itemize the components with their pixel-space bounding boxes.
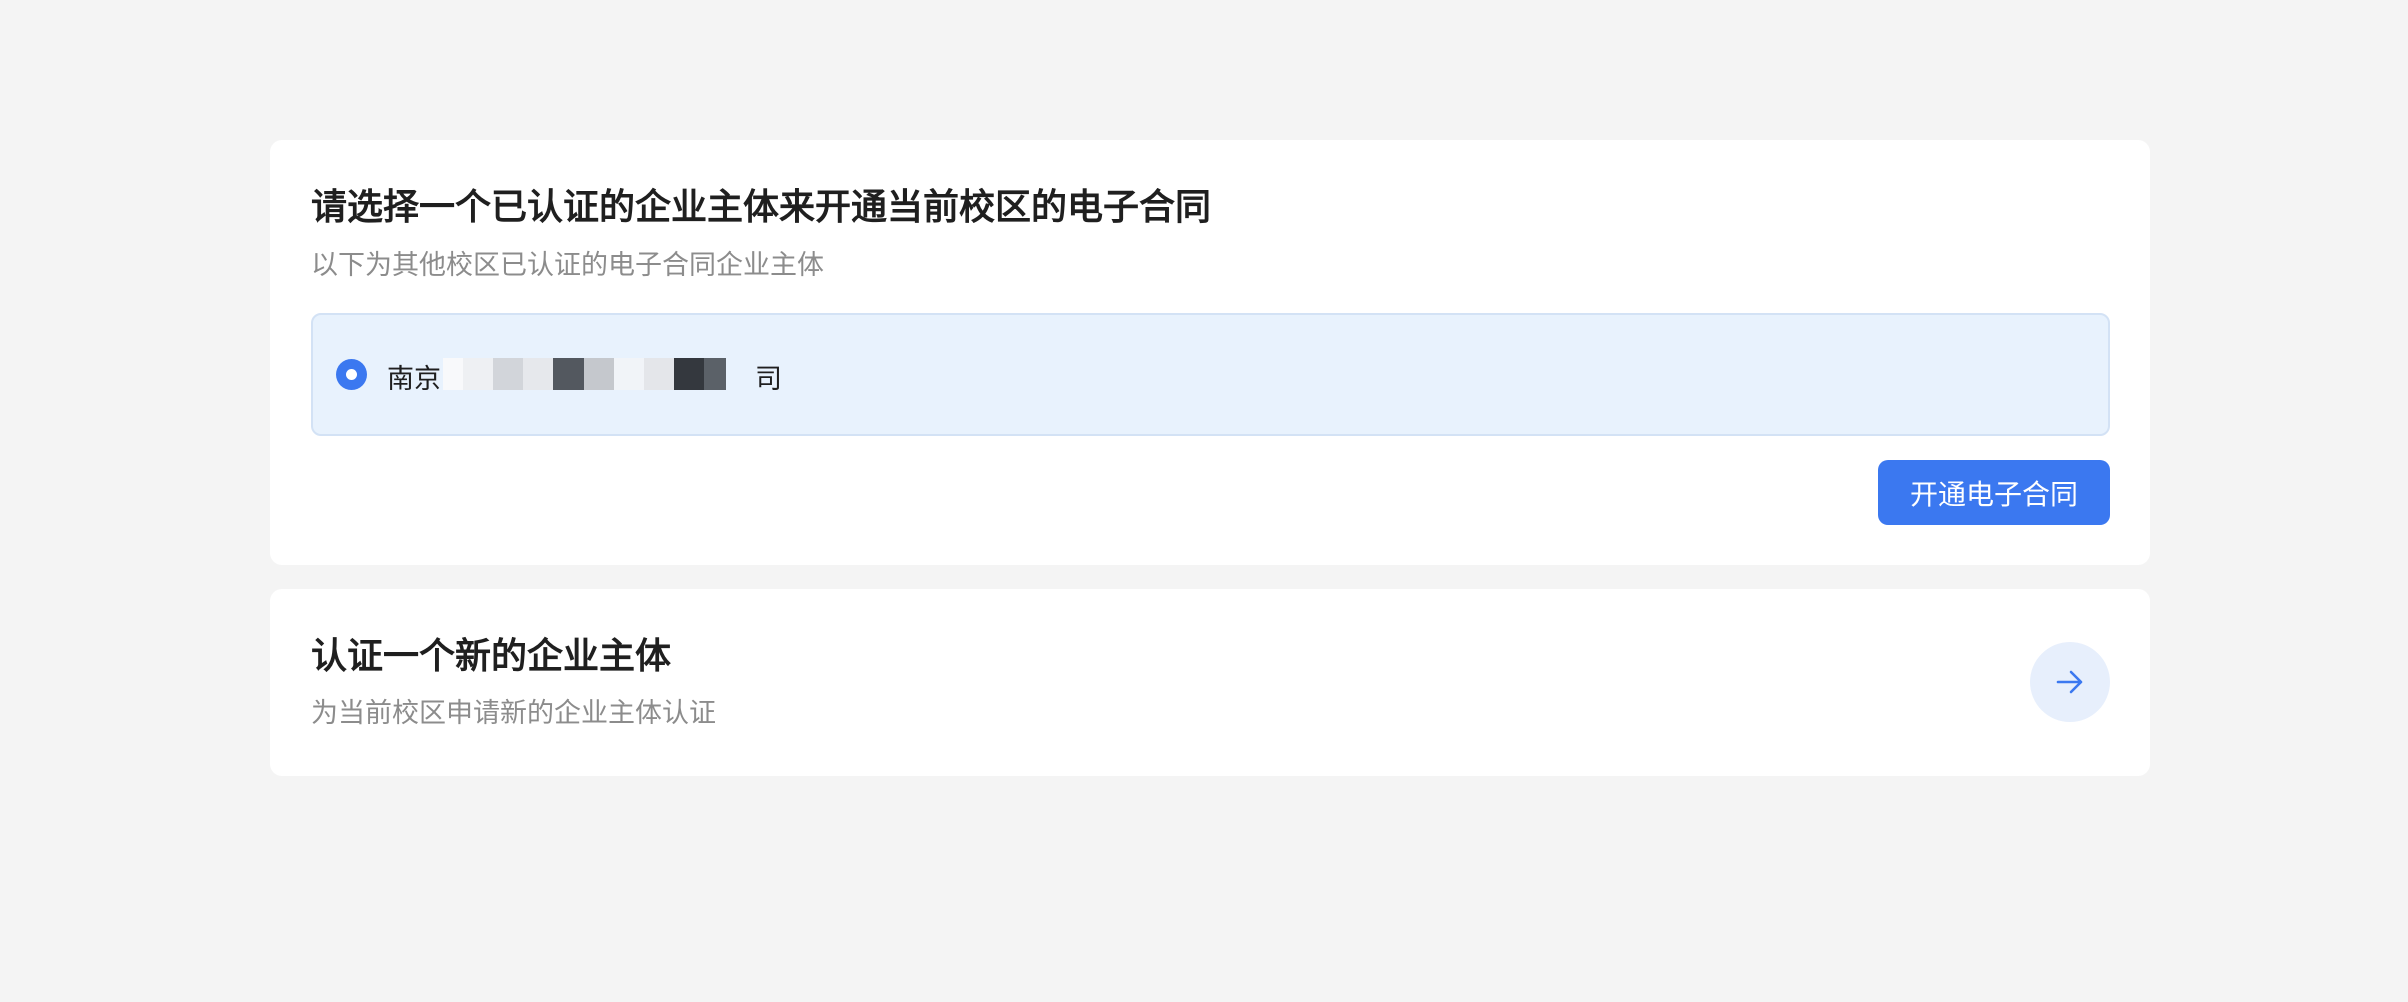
new-entity-arrow-button[interactable] <box>2030 642 2110 722</box>
entity-option[interactable]: 南京 司 <box>311 313 2110 436</box>
entity-name-suffix: 司 <box>755 363 782 395</box>
entity-name: 南京 司 <box>387 358 782 395</box>
select-entity-subtitle: 以下为其他校区已认证的电子合同企业主体 <box>311 250 824 281</box>
new-entity-subtitle: 为当前校区申请新的企业主体认证 <box>311 698 716 729</box>
redacted-mosaic <box>443 358 753 394</box>
open-e-contract-button[interactable]: 开通电子合同 <box>1878 460 2110 525</box>
select-entity-title: 请选择一个已认证的企业主体来开通当前校区的电子合同 <box>311 187 1212 228</box>
radio-dot <box>346 369 357 380</box>
arrow-right-icon <box>2056 670 2083 694</box>
entity-name-prefix: 南京 <box>387 363 441 395</box>
select-entity-card: 请选择一个已认证的企业主体来开通当前校区的电子合同 以下为其他校区已认证的电子合… <box>270 140 2150 565</box>
new-entity-title: 认证一个新的企业主体 <box>311 636 672 677</box>
radio-selected-icon[interactable] <box>336 359 367 390</box>
new-entity-card[interactable]: 认证一个新的企业主体 为当前校区申请新的企业主体认证 <box>270 589 2150 776</box>
